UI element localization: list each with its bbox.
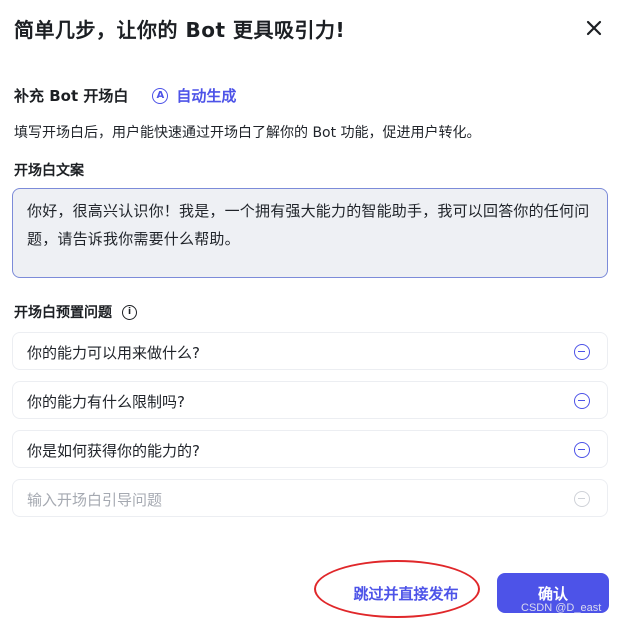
preset-question-text: 你是如何获得你的能力的?	[27, 442, 200, 460]
preset-question-text: 你的能力有什么限制吗?	[27, 393, 185, 411]
auto-generate-button[interactable]: A 自动生成	[152, 85, 236, 106]
opening-section-header: 补充 Bot 开场白 A 自动生成	[14, 85, 236, 106]
watermark: CSDN @D_east	[521, 602, 602, 614]
preset-question-row[interactable]: 你的能力有什么限制吗?	[12, 381, 608, 419]
remove-question-icon[interactable]	[574, 442, 590, 458]
remove-question-icon[interactable]	[574, 393, 590, 409]
onboarding-dialog: 简单几步，让你的 Bot 更具吸引力! 补充 Bot 开场白 A 自动生成 填写…	[0, 0, 618, 624]
preset-question-row[interactable]: 你是如何获得你的能力的?	[12, 430, 608, 468]
preset-questions-label: 开场白预置问题	[14, 305, 112, 321]
preset-questions-header: 开场白预置问题 i	[14, 302, 137, 322]
auto-generate-icon: A	[152, 87, 169, 104]
new-question-input[interactable]: 输入开场白引导问题	[12, 479, 608, 517]
dialog-title: 简单几步，让你的 Bot 更具吸引力!	[14, 18, 346, 42]
close-button[interactable]	[582, 16, 606, 40]
preset-question-row[interactable]: 你的能力可以用来做什么?	[12, 332, 608, 370]
opening-section-title: 补充 Bot 开场白	[14, 87, 129, 105]
new-question-placeholder: 输入开场白引导问题	[27, 491, 163, 509]
info-icon[interactable]: i	[122, 304, 137, 320]
close-icon	[586, 20, 602, 36]
remove-question-icon[interactable]	[574, 344, 590, 360]
preset-question-text: 你的能力可以用来做什么?	[27, 344, 200, 362]
auto-generate-label: 自动生成	[176, 87, 237, 105]
opening-text-label: 开场白文案	[14, 163, 84, 179]
skip-and-publish-button[interactable]: 跳过并直接发布	[332, 575, 480, 611]
opening-description: 填写开场白后，用户能快速通过开场白了解你的 Bot 功能，促进用户转化。	[14, 125, 481, 141]
opening-text-input[interactable]: 你好，很高兴认识你！我是，一个拥有强大能力的智能助手，我可以回答你的任何问题，请…	[12, 188, 608, 278]
remove-question-icon-disabled	[574, 491, 590, 507]
